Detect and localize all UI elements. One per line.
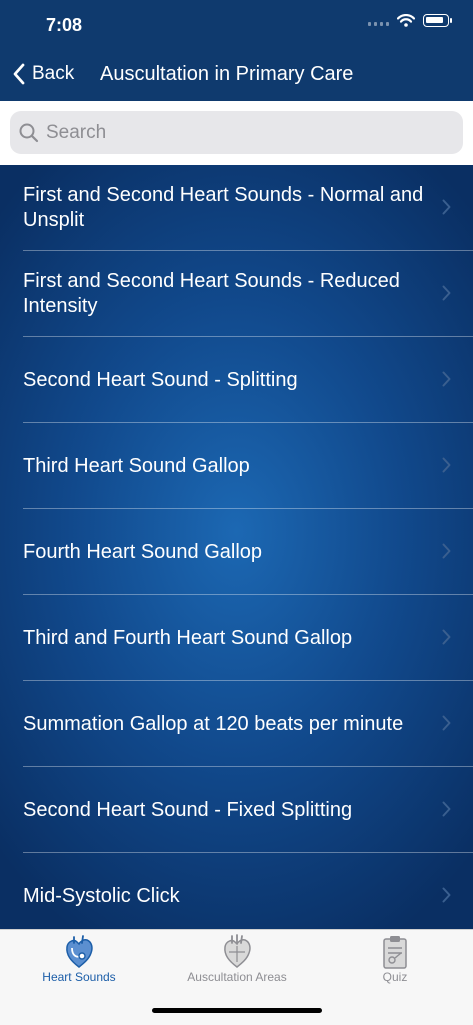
clipboard-icon	[383, 936, 407, 969]
chevron-right-icon	[442, 285, 451, 301]
list-item-label: Mid-Systolic Click	[23, 884, 180, 907]
list-item-label: First and Second Heart Sounds - Reduced …	[23, 270, 400, 317]
tab-label: Heart Sounds	[42, 970, 116, 984]
cellular-signal-icon	[368, 16, 389, 26]
back-button[interactable]: Back	[12, 62, 74, 86]
chevron-right-icon	[442, 543, 451, 559]
list-item[interactable]: Third and Fourth Heart Sound Gallop	[0, 595, 473, 681]
chevron-right-icon	[442, 371, 451, 387]
chevron-left-icon	[13, 63, 25, 85]
list-item-label: First and Second Heart Sounds - Normal a…	[23, 184, 424, 231]
home-indicator	[152, 1008, 322, 1013]
page-title: Auscultation in Primary Care	[100, 63, 354, 85]
list-item[interactable]: Summation Gallop at 120 beats per minute	[0, 681, 473, 767]
list-item[interactable]: Mid-Systolic Click	[0, 853, 473, 929]
list-item[interactable]: First and Second Heart Sounds - Normal a…	[0, 165, 473, 251]
list-item[interactable]: Third Heart Sound Gallop	[0, 423, 473, 509]
list-item[interactable]: Fourth Heart Sound Gallop	[0, 509, 473, 595]
tab-auscultation-areas[interactable]: Auscultation Areas	[158, 930, 316, 992]
tab-label: Auscultation Areas	[187, 970, 287, 984]
navigation-bar: 7:08 Back Auscultation in Primary Care	[0, 0, 473, 101]
list-item-label: Third and Fourth Heart Sound Gallop	[23, 626, 353, 649]
back-label: Back	[32, 63, 75, 84]
search-field[interactable]	[10, 111, 463, 154]
heart-sounds-list: First and Second Heart Sounds - Normal a…	[0, 165, 473, 929]
chevron-right-icon	[442, 887, 451, 903]
battery-icon	[423, 14, 452, 27]
chevron-right-icon	[442, 801, 451, 817]
list-item-label: Second Heart Sound - Fixed Splitting	[23, 798, 353, 821]
search-icon	[19, 123, 39, 142]
tab-label: Quiz	[382, 970, 408, 984]
chevron-right-icon	[442, 199, 451, 215]
list-item-label: Summation Gallop at 120 beats per minute	[23, 712, 404, 735]
list-item[interactable]: Second Heart Sound - Splitting	[0, 337, 473, 423]
chevron-right-icon	[442, 715, 451, 731]
list-item[interactable]: First and Second Heart Sounds - Reduced …	[0, 251, 473, 337]
tab-heart-sounds[interactable]: Heart Sounds	[0, 930, 158, 992]
chevron-right-icon	[442, 629, 451, 645]
tab-quiz[interactable]: Quiz	[316, 930, 473, 992]
search-input[interactable]	[46, 121, 426, 144]
heart-stethoscope-icon	[66, 935, 93, 968]
list-item[interactable]: Second Heart Sound - Fixed Splitting	[0, 767, 473, 853]
list-item-label: Third Heart Sound Gallop	[23, 454, 250, 477]
search-bar	[0, 101, 473, 165]
status-time: 7:08	[46, 15, 83, 35]
heart-anatomy-icon	[224, 934, 251, 968]
list-item-label: Fourth Heart Sound Gallop	[23, 540, 263, 563]
list-item-label: Second Heart Sound - Splitting	[23, 368, 298, 391]
status-icons	[368, 14, 452, 27]
chevron-right-icon	[442, 457, 451, 473]
wifi-icon	[397, 14, 415, 27]
